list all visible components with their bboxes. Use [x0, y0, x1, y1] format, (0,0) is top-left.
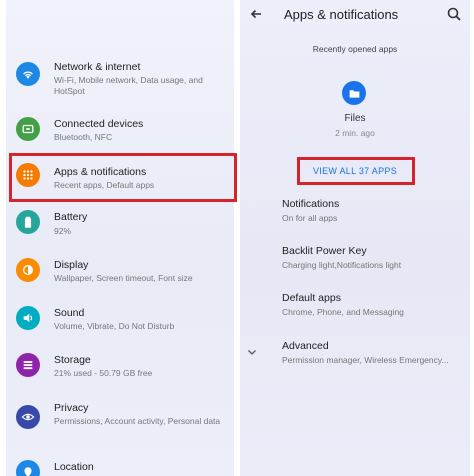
recent-app-time: 2 min. ago	[335, 128, 375, 138]
highlight-apps-notifications	[9, 153, 237, 202]
battery-icon	[16, 210, 40, 234]
setting-title: Battery	[54, 211, 88, 223]
setting-title: Sound	[54, 307, 85, 319]
setting-sound[interactable]: Sound Volume, Vibrate, Do Not Disturb	[6, 305, 234, 339]
setting-title: Network & internet	[54, 61, 141, 73]
recently-opened-label: Recently opened apps	[312, 44, 398, 54]
screenshot-frame: Network & internet Wi-Fi, Mobile network…	[0, 0, 474, 476]
item-title: Notifications	[282, 198, 340, 210]
setting-connected-devices[interactable]: Connected devices Bluetooth, NFC	[6, 116, 234, 150]
setting-subtitle: Volume, Vibrate, Do Not Disturb	[54, 321, 175, 331]
setting-title: Privacy	[54, 402, 89, 414]
setting-display[interactable]: Display Wallpaper, Screen timeout, Font …	[6, 256, 234, 290]
setting-title: Location	[54, 461, 94, 473]
search-icon[interactable]	[446, 6, 462, 22]
item-subtitle: On for all apps	[282, 213, 338, 223]
location-icon	[16, 460, 40, 476]
item-subtitle: Chrome, Phone, and Messaging	[282, 307, 404, 317]
storage-icon	[16, 353, 40, 377]
setting-subtitle: Wallpaper, Screen timeout, Font size	[54, 273, 193, 283]
setting-subtitle: Wi-Fi, Mobile network, Data usage, and H…	[54, 75, 203, 96]
setting-title: Display	[54, 259, 89, 271]
wifi-icon	[16, 62, 40, 86]
item-subtitle: Charging light,Notifications light	[282, 260, 402, 270]
recent-app-name[interactable]: Files	[240, 113, 470, 124]
item-default-apps[interactable]: Default apps Chrome, Phone, and Messagin…	[282, 292, 466, 317]
back-arrow-icon[interactable]	[248, 6, 264, 22]
setting-subtitle: 92%	[54, 226, 72, 236]
item-notifications[interactable]: Notifications On for all apps	[282, 198, 466, 223]
setting-storage[interactable]: Storage 21% used - 50.79 GB free	[6, 352, 234, 386]
settings-panel: Network & internet Wi-Fi, Mobile network…	[6, 0, 234, 476]
setting-title: Connected devices	[54, 118, 144, 130]
folder-icon[interactable]	[342, 81, 366, 105]
display-icon	[16, 258, 40, 282]
sound-icon	[16, 306, 40, 330]
setting-privacy[interactable]: Privacy Permissions, Account activity, P…	[6, 400, 234, 444]
connected-devices-icon	[16, 117, 40, 141]
item-subtitle: Permission manager, Wireless Emergency..…	[282, 355, 449, 365]
setting-battery[interactable]: Battery 92%	[6, 208, 234, 242]
item-advanced[interactable]: Advanced Permission manager, Wireless Em…	[282, 340, 466, 365]
privacy-icon	[16, 405, 40, 429]
setting-location[interactable]: Location	[6, 458, 234, 476]
setting-subtitle: 21% used - 50.79 GB free	[54, 368, 153, 378]
setting-title: Storage	[54, 354, 91, 366]
page-title: Apps & notifications	[284, 7, 399, 22]
setting-network[interactable]: Network & internet Wi-Fi, Mobile network…	[6, 58, 234, 102]
setting-subtitle: Bluetooth, NFC	[54, 132, 113, 142]
highlight-view-all	[297, 157, 415, 185]
item-title: Default apps	[282, 292, 341, 304]
item-title: Backlit Power Key	[282, 245, 367, 257]
item-backlit-power-key[interactable]: Backlit Power Key Charging light,Notific…	[282, 245, 466, 270]
apps-notifications-panel: Apps & notifications Recently opened app…	[240, 0, 470, 476]
chevron-down-icon	[248, 350, 256, 355]
item-title: Advanced	[282, 340, 329, 352]
setting-subtitle: Permissions, Account activity, Personal …	[54, 416, 221, 426]
